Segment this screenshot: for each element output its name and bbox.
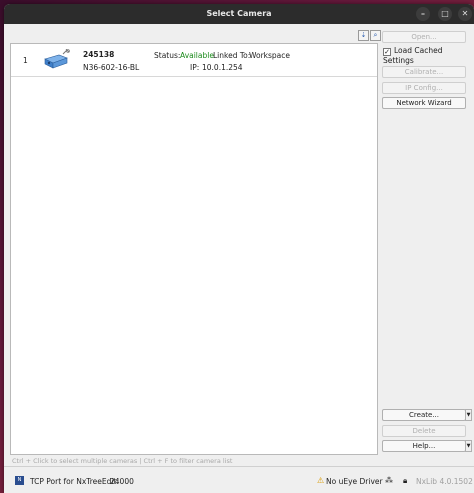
chevron-down-icon[interactable]: ▼: [465, 409, 472, 421]
window-title: Select Camera: [206, 9, 272, 18]
network-wizard-button[interactable]: Network Wizard: [382, 97, 466, 109]
camera-index: 1: [23, 56, 28, 65]
tcp-port-value: 24000: [110, 477, 134, 486]
search-icon[interactable]: ⌕: [370, 30, 381, 41]
sort-down-icon[interactable]: ⇣: [358, 30, 369, 41]
network-icon[interactable]: ⁂: [385, 476, 393, 485]
maximize-button[interactable]: □: [438, 7, 452, 21]
delete-button[interactable]: Delete: [382, 425, 466, 437]
version-label: NxLib 4.0.1502: [416, 477, 473, 486]
ip-value: 10.0.1.254: [202, 63, 243, 72]
camera-icon: [44, 49, 70, 69]
create-button[interactable]: Create... ▼: [382, 409, 472, 421]
warning-icon: ⚠: [317, 476, 325, 485]
camera-serial: 245138: [83, 50, 115, 59]
camera-list[interactable]: 1 245138 N36-602-16-BL Status: Available…: [10, 43, 378, 455]
close-button[interactable]: ✕: [458, 7, 472, 21]
checkbox-check-icon[interactable]: ✓: [383, 48, 391, 56]
ip-label: IP:: [190, 63, 200, 72]
calibrate-button[interactable]: Calibrate...: [382, 66, 466, 78]
selection-hint: Ctrl + Click to select multiple cameras …: [12, 457, 233, 465]
chevron-down-icon[interactable]: ▼: [465, 440, 472, 452]
select-camera-window: Select Camera – □ ✕ ⇣ ⌕ 1 245138 N36-602…: [4, 4, 474, 493]
minimize-button[interactable]: –: [416, 7, 430, 21]
camera-row[interactable]: 1 245138 N36-602-16-BL Status: Available…: [11, 44, 377, 77]
driver-status: No uEye Driver: [326, 477, 383, 486]
lock-icon[interactable]: 🔒︎: [403, 476, 407, 486]
title-bar[interactable]: Select Camera – □ ✕: [4, 4, 474, 24]
nxtreeedit-icon: N: [15, 476, 24, 485]
load-cached-settings-checkbox[interactable]: ✓ Load Cached Settings: [383, 46, 474, 65]
camera-model: N36-602-16-BL: [83, 63, 140, 72]
create-button-label: Create...: [409, 411, 439, 419]
status-value: Available: [180, 51, 214, 60]
help-button-label: Help...: [412, 442, 436, 450]
help-button[interactable]: Help... ▼: [382, 440, 472, 452]
status-bar: N TCP Port for NxTreeEdit: 24000 ⚠ No uE…: [4, 466, 474, 493]
load-cached-settings-label: Load Cached Settings: [383, 46, 443, 65]
linked-to-value: Workspace: [249, 51, 290, 60]
ip-config-button[interactable]: IP Config...: [382, 82, 466, 94]
status-label: Status:: [154, 51, 181, 60]
open-button[interactable]: Open...: [382, 31, 466, 43]
tcp-port-label: TCP Port for NxTreeEdit:: [30, 477, 119, 486]
linked-to-label: Linked To:: [213, 51, 251, 60]
